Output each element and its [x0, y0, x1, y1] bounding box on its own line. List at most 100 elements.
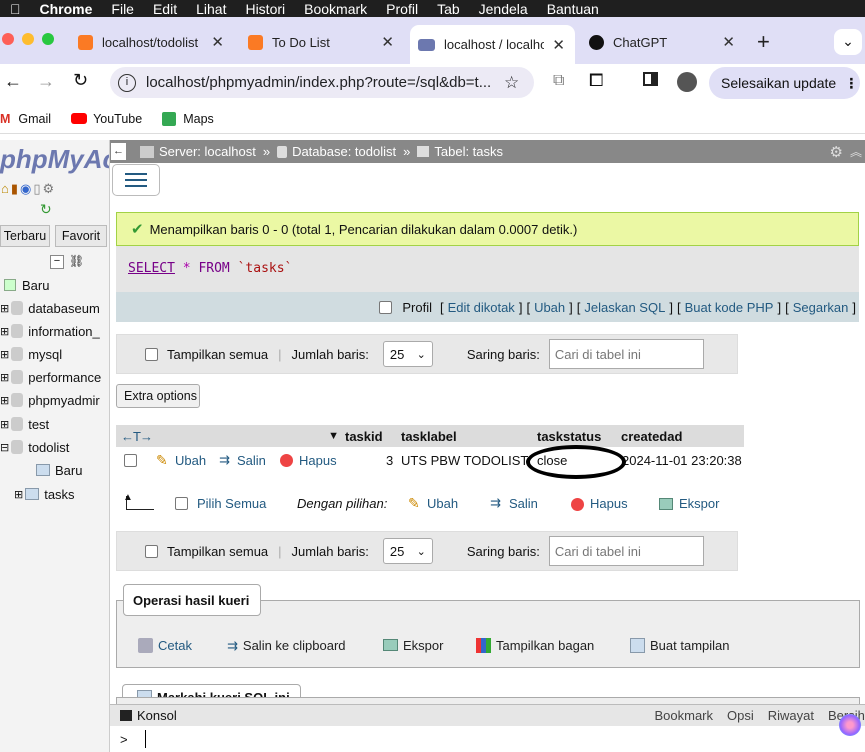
collapse-panel-icon[interactable]: ← — [111, 143, 126, 160]
tab-recent[interactable]: Terbaru — [0, 225, 50, 247]
extensions-icon[interactable]: ⧉ — [553, 72, 564, 90]
expand-icon[interactable]: ⊞ — [0, 418, 9, 431]
menu-chrome[interactable]: Chrome — [40, 1, 93, 17]
new-tab-button[interactable]: + — [757, 29, 770, 55]
expand-icon[interactable]: ⊞ — [0, 394, 9, 407]
close-window-button[interactable] — [2, 33, 14, 45]
console-toggle[interactable]: Konsol — [137, 708, 177, 723]
back-arrow-icon[interactable]: ← — [4, 71, 22, 92]
reload-icon[interactable]: ↻ — [73, 70, 88, 91]
expand-icon[interactable]: ⊞ — [0, 348, 9, 361]
close-icon[interactable]: ✕ — [722, 33, 735, 51]
zoom-window-button[interactable] — [42, 33, 54, 45]
rows-select[interactable]: 25 ⌄ — [382, 341, 433, 367]
bulk-edit-link[interactable]: Ubah — [427, 496, 458, 511]
console-options-link[interactable]: Opsi — [727, 708, 754, 723]
minimize-window-button[interactable] — [22, 33, 34, 45]
console-history-link[interactable]: Riwayat — [768, 708, 814, 723]
menu-view[interactable]: Lihat — [196, 1, 226, 17]
menu-edit[interactable]: Edit — [153, 1, 177, 17]
cell-createdad[interactable]: 2024-11-01 23:20:38 — [622, 453, 742, 468]
tab-search-button[interactable]: ⌄ — [834, 29, 862, 55]
profil-checkbox[interactable] — [379, 300, 393, 314]
sort-triangle-icon[interactable]: ▼ — [328, 430, 339, 442]
breadcrumb-database[interactable]: Database: todolist — [292, 144, 396, 159]
settings-icon[interactable]: ⚙ — [43, 181, 55, 197]
menu-profile[interactable]: Profil — [386, 1, 418, 17]
bookmark-youtube[interactable]: YouTube — [93, 112, 142, 126]
tab-localhost-todolist[interactable]: localhost/todolist ✕ — [78, 27, 228, 57]
column-arrows-icon[interactable]: ←T→ — [121, 429, 153, 444]
update-button[interactable]: Selesaikan update ⋮ — [709, 67, 860, 99]
puzzle-icon[interactable]: ⧠ — [589, 70, 603, 91]
expand-icon[interactable]: ⊞ — [14, 488, 23, 501]
menu-window[interactable]: Jendela — [479, 1, 528, 17]
apple-icon[interactable]:  — [10, 1, 21, 17]
op-chart[interactable]: Tampilkan bagan — [460, 630, 612, 660]
show-all-checkbox[interactable] — [145, 347, 158, 361]
collapse-top-icon[interactable]: ︽ — [850, 143, 862, 160]
tree-db-performance[interactable]: ⊞ performance — [0, 367, 101, 387]
console-input-area[interactable]: > — [110, 726, 865, 752]
op-print[interactable]: Cetak — [124, 630, 202, 660]
menu-tab[interactable]: Tab — [437, 1, 460, 17]
filter-input[interactable]: Cari di tabel ini — [548, 536, 704, 566]
profile-avatar[interactable] — [677, 72, 697, 92]
forward-arrow-icon[interactable]: → — [37, 71, 55, 92]
star-icon[interactable]: ☆ — [504, 73, 519, 93]
column-taskstatus[interactable]: taskstatus — [532, 425, 616, 447]
assistant-orb-icon[interactable] — [839, 714, 861, 736]
explain-link[interactable]: Jelaskan SQL — [584, 300, 665, 315]
menu-help[interactable]: Bantuan — [547, 1, 599, 17]
menu-history[interactable]: Histori — [245, 1, 285, 17]
extra-options-button[interactable]: Extra options — [116, 384, 200, 408]
tree-new-db[interactable]: Baru — [4, 275, 49, 295]
menu-bookmark[interactable]: Bookmark — [304, 1, 367, 17]
select-all-checkbox[interactable] — [175, 497, 188, 510]
sidepanel-icon[interactable] — [643, 72, 658, 86]
column-createdad[interactable]: createdad — [616, 425, 744, 447]
op-copy-clipboard[interactable]: ⇉ Salin ke clipboard — [210, 630, 362, 660]
tree-db-phpmyadmin[interactable]: ⊞ phpmyadmir — [0, 390, 100, 410]
cell-tasklabel[interactable]: UTS PBW TODOLIST — [401, 453, 528, 468]
close-icon[interactable]: ✕ — [381, 33, 394, 51]
console-bookmark-link[interactable]: Bookmark — [654, 708, 713, 723]
bulk-delete-link[interactable]: Hapus — [590, 496, 628, 511]
link-icon[interactable]: ⛓ — [69, 254, 84, 268]
collapse-all-icon[interactable]: − — [50, 255, 64, 269]
bulk-export-link[interactable]: Ekspor — [679, 496, 719, 511]
tab-phpmyadmin[interactable]: localhost / localho ✕ — [410, 25, 575, 64]
edit-link[interactable]: Ubah — [534, 300, 565, 315]
collapse-icon[interactable]: ⊟ — [0, 441, 9, 454]
bulk-copy-link[interactable]: Salin — [509, 496, 538, 511]
help-icon[interactable]: ◉ — [20, 181, 31, 197]
expand-icon[interactable]: ⊞ — [0, 325, 9, 338]
row-checkbox[interactable] — [124, 454, 137, 467]
settings-icon[interactable]: ⚙ — [830, 143, 843, 161]
refresh-icon[interactable]: ↻ — [40, 201, 52, 218]
tree-db-todolist[interactable]: ⊟ todolist — [0, 437, 69, 457]
op-create-view[interactable]: Buat tampilan — [616, 630, 746, 660]
show-all-checkbox[interactable] — [145, 544, 158, 558]
tree-db-mysql[interactable]: ⊞ mysql — [0, 344, 62, 364]
select-all-link[interactable]: Pilih Semua — [197, 496, 266, 511]
tab-favorites[interactable]: Favorit — [55, 225, 107, 247]
close-icon[interactable]: ✕ — [211, 33, 224, 51]
breadcrumb-server[interactable]: Server: localhost — [159, 144, 256, 159]
op-export[interactable]: Ekspor — [367, 630, 455, 660]
close-icon[interactable]: ✕ — [552, 36, 565, 54]
logout-icon[interactable]: ▮ — [11, 181, 18, 197]
column-tasklabel[interactable]: tasklabel — [396, 425, 532, 447]
refresh-link[interactable]: Segarkan — [793, 300, 849, 315]
tab-to-do-list[interactable]: To Do List ✕ — [248, 27, 398, 57]
tab-chatgpt[interactable]: ChatGPT ✕ — [589, 27, 739, 57]
expand-icon[interactable]: ⊞ — [0, 302, 9, 315]
site-info-icon[interactable]: i — [118, 73, 136, 92]
row-edit-link[interactable]: Ubah — [175, 453, 206, 468]
tree-db-databaseum[interactable]: ⊞ databaseum — [0, 298, 100, 318]
tree-db-test[interactable]: ⊞ test — [0, 414, 49, 434]
breadcrumb-table[interactable]: Tabel: tasks — [434, 144, 503, 159]
home-icon[interactable]: ⌂ — [1, 181, 9, 197]
bookmark-gmail[interactable]: Gmail — [18, 112, 51, 126]
rows-select[interactable]: 25 ⌄ — [382, 538, 433, 564]
